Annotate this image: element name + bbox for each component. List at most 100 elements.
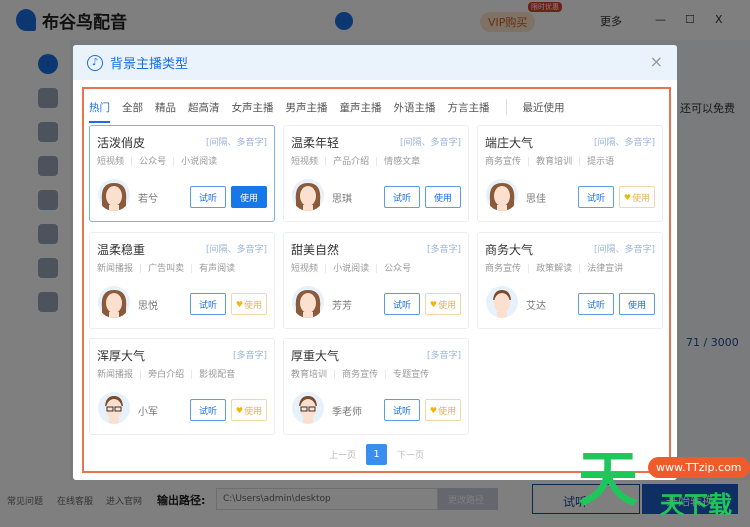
voice-name: 思琪	[332, 194, 352, 205]
voice-title: 厚重大气	[291, 349, 340, 363]
voice-uses: 短视频公众号小说阅读	[97, 154, 217, 167]
listen-button[interactable]: 试听	[578, 186, 614, 208]
voice-title: 温柔年轻	[291, 136, 340, 150]
voice-card[interactable]: 甜美自然 [多音字] 短视频小说阅读公众号 芳芳 试听 ♥使用	[283, 232, 469, 329]
listen-button[interactable]: 试听	[190, 293, 226, 315]
voice-uses: 短视频产品介绍情感文章	[291, 154, 420, 167]
voice-tag: [多音字]	[426, 245, 461, 255]
voice-name: 芳芳	[332, 301, 352, 312]
listen-button[interactable]: 试听	[384, 293, 420, 315]
use-label: 使用	[632, 193, 651, 204]
use-tag: 影视配音	[184, 370, 235, 380]
voice-name: 艾达	[526, 301, 546, 312]
use-button[interactable]: ♥ 使用	[425, 293, 461, 315]
voice-tag: [间隔、多音字]	[593, 138, 655, 148]
voice-tag: [间隔、多音字]	[205, 245, 267, 255]
use-button[interactable]: 使用	[619, 293, 655, 315]
tab-2[interactable]: 精品	[155, 100, 176, 115]
voice-title: 商务大气	[485, 243, 534, 257]
tab-0[interactable]: 热门	[89, 100, 110, 123]
voice-name: 思悦	[138, 301, 158, 312]
avatar	[98, 392, 130, 424]
listen-button[interactable]: 试听	[384, 399, 420, 421]
voice-card[interactable]: 厚重大气 [多音字] 教育培训商务宣传专题宣传 季老师 试听 ♥使用	[283, 338, 469, 435]
use-button[interactable]: 使用	[425, 186, 461, 208]
voice-card[interactable]: 端庄大气 [间隔、多音字] 商务宣传教育培训提示语 思佳 试听 ♥使用	[477, 125, 663, 222]
use-button[interactable]: ♥ 使用	[619, 186, 655, 208]
listen-button[interactable]: 试听	[190, 399, 226, 421]
voice-card[interactable]: 浑厚大气 [多音字] 新闻播报旁白介绍影视配音 小军 试听 ♥使用	[89, 338, 275, 435]
use-label: 使用	[438, 300, 457, 311]
watermark-logo: 天	[578, 445, 638, 515]
prev-page[interactable]: 上一页	[329, 448, 356, 461]
voice-uses: 教育培训商务宣传专题宣传	[291, 367, 429, 380]
use-tag: 公众号	[124, 157, 166, 167]
use-label: 使用	[244, 406, 263, 417]
tab-divider	[505, 99, 507, 115]
dialog-header: ♪ 背景主播类型	[73, 45, 677, 80]
tab-7[interactable]: 外语主播	[394, 100, 436, 115]
tab-3[interactable]: 超高清	[188, 100, 220, 115]
use-tag: 提示语	[572, 157, 614, 167]
listen-button[interactable]: 试听	[190, 186, 226, 208]
use-button[interactable]: ♥ 使用	[231, 399, 267, 421]
tab-5[interactable]: 男声主播	[286, 100, 328, 115]
use-tag: 法律宣讲	[572, 264, 623, 274]
use-tag: 新闻播报	[97, 264, 134, 274]
page-1[interactable]: 1	[366, 444, 387, 465]
voice-title: 浑厚大气	[97, 349, 146, 363]
vip-diamond-icon: ♥	[235, 299, 244, 309]
next-page[interactable]: 下一页	[397, 448, 424, 461]
use-button[interactable]: 使用	[231, 186, 267, 208]
use-button[interactable]: ♥ 使用	[425, 399, 461, 421]
use-label: 使用	[438, 406, 457, 417]
voice-name: 思佳	[526, 194, 546, 205]
tab-1[interactable]: 全部	[122, 100, 143, 115]
voice-uses: 新闻播报旁白介绍影视配音	[97, 367, 235, 380]
avatar	[292, 286, 324, 318]
tab-6[interactable]: 童声主播	[340, 100, 382, 115]
voice-card[interactable]: 商务大气 [间隔、多音字] 商务宣传政策解读法律宣讲 艾达 试听 使用	[477, 232, 663, 329]
use-tag: 广告叫卖	[133, 264, 184, 274]
voice-name: 若兮	[138, 194, 158, 205]
tab-recent[interactable]: 最近使用	[523, 100, 565, 115]
use-tag: 短视频	[97, 157, 125, 167]
dialog-title: 背景主播类型	[110, 57, 189, 72]
use-tag: 教育培训	[521, 157, 572, 167]
vip-diamond-icon: ♥	[429, 299, 438, 309]
close-icon[interactable]: ×	[650, 52, 663, 71]
voice-card[interactable]: 活泼俏皮 [间隔、多音字] 短视频公众号小说阅读 若兮 试听 使用	[89, 125, 275, 222]
music-note-icon: ♪	[87, 54, 103, 71]
watermark-text: 天下载	[660, 491, 732, 519]
vip-diamond-icon: ♥	[235, 405, 244, 415]
use-tag: 商务宣传	[485, 157, 522, 167]
watermark-url: www.TTzip.com	[648, 457, 750, 478]
use-tag: 有声阅读	[184, 264, 235, 274]
voice-card[interactable]: 温柔年轻 [间隔、多音字] 短视频产品介绍情感文章 思琪 试听 使用	[283, 125, 469, 222]
voice-uses: 商务宣传教育培训提示语	[485, 154, 614, 167]
avatar	[486, 286, 518, 318]
use-button[interactable]: ♥ 使用	[231, 293, 267, 315]
voice-title: 活泼俏皮	[97, 136, 146, 150]
use-tag: 政策解读	[521, 264, 572, 274]
use-tag: 专题宣传	[378, 370, 429, 380]
avatar	[486, 179, 518, 211]
use-tag: 小说阅读	[166, 157, 217, 167]
use-tag: 短视频	[291, 264, 319, 274]
voice-card[interactable]: 温柔稳重 [间隔、多音字] 新闻播报广告叫卖有声阅读 思悦 试听 ♥使用	[89, 232, 275, 329]
voice-tag: [间隔、多音字]	[399, 138, 461, 148]
voice-title: 端庄大气	[485, 136, 534, 150]
category-tabs: 热门 全部 精品 超高清 女声主播 男声主播 童声主播 外语主播 方言主播 最近使用	[84, 89, 669, 125]
avatar	[292, 392, 324, 424]
tab-8[interactable]: 方言主播	[448, 100, 490, 115]
voice-panel: 热门 全部 精品 超高清 女声主播 男声主播 童声主播 外语主播 方言主播 最近使用 活泼俏皮 […	[82, 87, 671, 473]
tab-4[interactable]: 女声主播	[232, 100, 274, 115]
voice-tag: [间隔、多音字]	[205, 138, 267, 148]
voice-tag: [多音字]	[232, 351, 267, 361]
listen-button[interactable]: 试听	[578, 293, 614, 315]
avatar	[98, 286, 130, 318]
listen-button[interactable]: 试听	[384, 186, 420, 208]
use-tag: 公众号	[369, 264, 411, 274]
use-label: 使用	[239, 193, 258, 204]
use-tag: 小说阅读	[318, 264, 369, 274]
